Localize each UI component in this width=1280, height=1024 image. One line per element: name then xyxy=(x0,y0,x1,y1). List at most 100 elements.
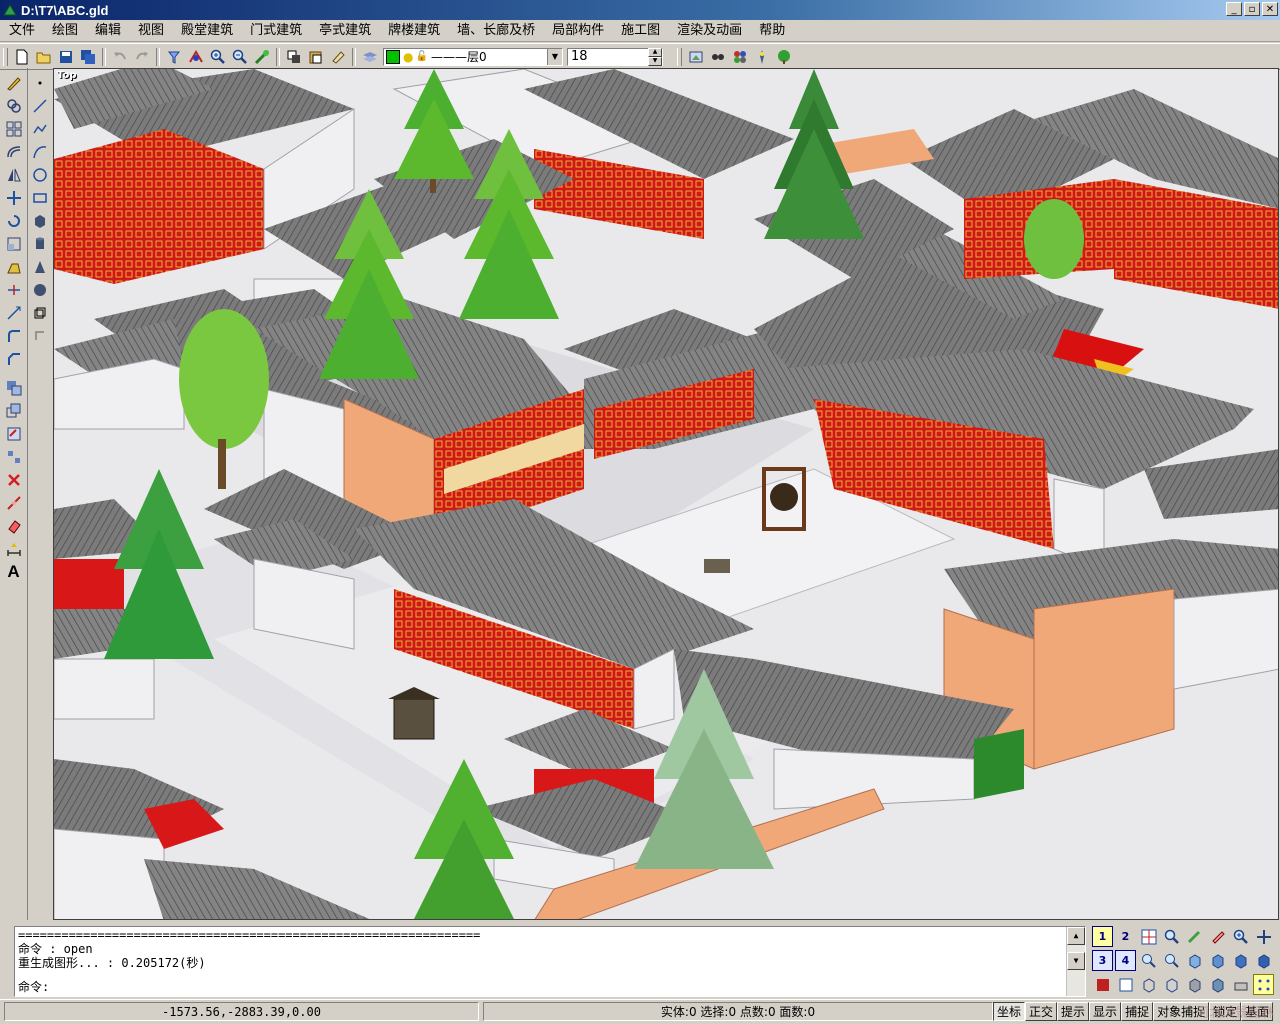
text-icon[interactable]: A xyxy=(3,561,25,583)
menu-components[interactable]: 局部构件 xyxy=(543,21,612,40)
zoom-all-icon[interactable] xyxy=(1230,926,1251,947)
eraser-icon[interactable] xyxy=(3,515,25,537)
grid-icon[interactable] xyxy=(1253,974,1274,995)
line-icon[interactable] xyxy=(29,95,51,117)
viewport-3-button[interactable]: 3 xyxy=(1092,950,1113,971)
pan-icon[interactable] xyxy=(185,46,207,68)
array-icon[interactable] xyxy=(3,118,25,140)
toggle-snap[interactable]: 捕捉 xyxy=(1121,1002,1154,1021)
menu-help[interactable]: 帮助 xyxy=(750,21,793,40)
viewport-split-icon[interactable] xyxy=(1138,926,1159,947)
lock-icon[interactable]: 🔓 xyxy=(415,51,427,62)
menu-construction-drawings[interactable]: 施工图 xyxy=(612,21,668,40)
paste-icon[interactable] xyxy=(305,46,327,68)
copy-object-icon[interactable] xyxy=(3,377,25,399)
delete-icon[interactable] xyxy=(3,469,25,491)
toggle-coordinates[interactable]: 坐标 xyxy=(993,1002,1026,1021)
edit-properties-icon[interactable] xyxy=(3,423,25,445)
line-width-stepper[interactable]: ▲ ▼ xyxy=(648,47,662,66)
materials-icon[interactable] xyxy=(729,46,751,68)
menu-hall-buildings[interactable]: 殿堂建筑 xyxy=(172,21,241,40)
move-icon[interactable] xyxy=(3,187,25,209)
menu-archway-buildings[interactable]: 牌楼建筑 xyxy=(379,21,448,40)
command-window[interactable]: ========================================… xyxy=(14,926,1086,997)
extend-icon[interactable] xyxy=(3,302,25,324)
open-icon[interactable] xyxy=(33,46,55,68)
camera-icon[interactable] xyxy=(707,46,729,68)
zoom-extents-icon[interactable] xyxy=(251,46,273,68)
dimension-icon[interactable] xyxy=(3,538,25,560)
cone-icon[interactable] xyxy=(29,256,51,278)
flat-shade-icon[interactable] xyxy=(1184,974,1205,995)
plant-icon[interactable] xyxy=(773,46,795,68)
redo-icon[interactable] xyxy=(131,46,153,68)
mirror-icon[interactable] xyxy=(3,164,25,186)
revolve-icon[interactable] xyxy=(29,325,51,347)
print-icon[interactable] xyxy=(1230,974,1251,995)
polyline-icon[interactable] xyxy=(29,118,51,140)
drawing-viewport[interactable]: Top xyxy=(53,68,1279,920)
erase-icon[interactable] xyxy=(327,46,349,68)
toggle-ortho[interactable]: 正交 xyxy=(1025,1002,1058,1021)
orbit-icon[interactable] xyxy=(1184,926,1205,947)
menu-walls-corridors-bridges[interactable]: 墙、长廊及桥 xyxy=(448,21,543,40)
rectangle-icon[interactable] xyxy=(29,187,51,209)
menu-view[interactable]: 视图 xyxy=(129,21,172,40)
rotate-icon[interactable] xyxy=(3,210,25,232)
menu-edit[interactable]: 编辑 xyxy=(86,21,129,40)
arc-icon[interactable] xyxy=(29,141,51,163)
new-icon[interactable] xyxy=(11,46,33,68)
zoom-window-icon[interactable] xyxy=(1161,926,1182,947)
render-icon[interactable] xyxy=(685,46,707,68)
viewport-1-button[interactable]: 1 xyxy=(1092,926,1113,947)
explode-icon[interactable] xyxy=(3,446,25,468)
close-button[interactable]: ✕ xyxy=(1262,2,1278,16)
chevron-down-icon[interactable]: ▼ xyxy=(547,48,562,65)
solid-icon[interactable] xyxy=(29,302,51,324)
iso-view-icon[interactable] xyxy=(1253,950,1274,971)
stretch-icon[interactable] xyxy=(3,256,25,278)
side-view-icon[interactable] xyxy=(1230,950,1251,971)
layer-selector[interactable]: ● 🔓 ———层0 ▼ xyxy=(383,47,563,66)
gouraud-icon[interactable] xyxy=(1207,974,1228,995)
trim-icon[interactable] xyxy=(3,279,25,301)
cylinder-icon[interactable] xyxy=(29,233,51,255)
chamfer-icon[interactable] xyxy=(3,348,25,370)
line-width-field[interactable]: 18 ▲ ▼ xyxy=(567,47,663,66)
command-scrollbar[interactable]: ▲ ▼ xyxy=(1066,927,1085,996)
pan-view-icon[interactable] xyxy=(1253,926,1274,947)
fillet-icon[interactable] xyxy=(3,325,25,347)
sphere-icon[interactable] xyxy=(29,279,51,301)
save-icon[interactable] xyxy=(55,46,77,68)
menu-pavilion-buildings[interactable]: 亭式建筑 xyxy=(310,21,379,40)
menu-render-animation[interactable]: 渲染及动画 xyxy=(668,21,750,40)
zoom-out-view-icon[interactable] xyxy=(1161,950,1182,971)
zoom-out-icon[interactable] xyxy=(229,46,251,68)
circle-icon[interactable] xyxy=(29,164,51,186)
toolbar-grip[interactable] xyxy=(3,47,8,66)
scroll-down-icon[interactable]: ▼ xyxy=(1067,952,1085,970)
wireframe-icon[interactable] xyxy=(1138,974,1159,995)
copy-icon[interactable] xyxy=(283,46,305,68)
menu-draw[interactable]: 绘图 xyxy=(43,21,86,40)
maximize-button[interactable]: ▫ xyxy=(1244,2,1260,16)
menu-gate-buildings[interactable]: 门式建筑 xyxy=(241,21,310,40)
offset-icon[interactable] xyxy=(3,141,25,163)
viewport-2-button[interactable]: 2 xyxy=(1115,926,1136,947)
undo-icon[interactable] xyxy=(109,46,131,68)
copy-multiple-icon[interactable] xyxy=(3,400,25,422)
save-all-icon[interactable] xyxy=(77,46,99,68)
match-properties-icon[interactable] xyxy=(163,46,185,68)
app-icon[interactable] xyxy=(3,3,17,17)
bulb-icon[interactable]: ● xyxy=(403,50,413,64)
toggle-hints[interactable]: 提示 xyxy=(1057,1002,1090,1021)
command-input[interactable]: 命令: xyxy=(18,980,49,994)
viewport-4-button[interactable]: 4 xyxy=(1115,950,1136,971)
minimize-button[interactable]: _ xyxy=(1226,2,1242,16)
toolbar-grip[interactable] xyxy=(677,47,682,66)
box-icon[interactable] xyxy=(29,210,51,232)
render-view-icon[interactable] xyxy=(1092,974,1113,995)
hidden-icon[interactable] xyxy=(1161,974,1182,995)
shade-icon[interactable] xyxy=(1115,974,1136,995)
lights-icon[interactable] xyxy=(751,46,773,68)
